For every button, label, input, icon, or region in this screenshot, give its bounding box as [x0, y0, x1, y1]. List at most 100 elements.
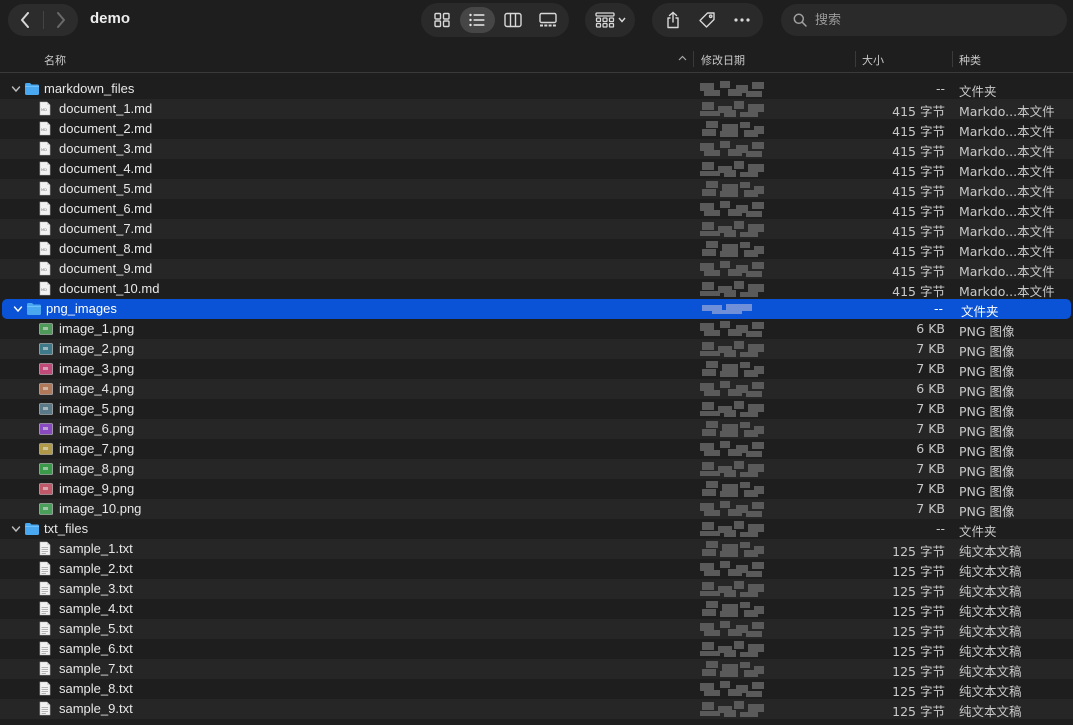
file-kind: PNG 图像 [959, 324, 1015, 339]
column-divider[interactable] [855, 51, 856, 67]
file-row[interactable]: image_5.png 7 KB PNG 图像 [0, 399, 1073, 419]
modified-date-redacted [700, 641, 764, 657]
column-header-name[interactable]: 名称 [44, 52, 66, 68]
view-switcher [421, 3, 569, 37]
modified-date-redacted [700, 461, 764, 477]
file-row[interactable]: MD document_10.md 415 字节 Markdo...本文件 [0, 279, 1073, 299]
file-row[interactable]: sample_7.txt 125 字节 纯文本文稿 [0, 659, 1073, 679]
folder-row[interactable]: png_images -- 文件夹 [2, 299, 1071, 319]
file-kind: Markdo...本文件 [959, 124, 1055, 139]
columns-icon [504, 12, 522, 28]
file-row[interactable]: MD document_3.md 415 字节 Markdo...本文件 [0, 139, 1073, 159]
action-buttons [652, 3, 763, 37]
search-field[interactable] [781, 4, 1067, 36]
folder-icon [26, 302, 42, 319]
file-name: sample_9.txt [59, 701, 133, 716]
file-row[interactable]: MD document_6.md 415 字节 Markdo...本文件 [0, 199, 1073, 219]
forward-button[interactable] [43, 4, 78, 36]
file-name: image_8.png [59, 461, 135, 476]
file-row[interactable]: image_2.png 7 KB PNG 图像 [0, 339, 1073, 359]
text-file-icon [39, 701, 51, 719]
modified-date-redacted [700, 481, 764, 497]
folder-row[interactable]: txt_files -- 文件夹 [0, 519, 1073, 539]
svg-text:MD: MD [41, 108, 47, 112]
file-row[interactable]: image_4.png 6 KB PNG 图像 [0, 379, 1073, 399]
file-row[interactable]: MD document_5.md 415 字节 Markdo...本文件 [0, 179, 1073, 199]
text-file-icon [39, 541, 51, 559]
file-size: 415 字节 [892, 124, 945, 139]
file-name: png_images [46, 301, 117, 316]
file-kind: Markdo...本文件 [959, 104, 1055, 119]
file-row[interactable]: sample_3.txt 125 字节 纯文本文稿 [0, 579, 1073, 599]
image-thumbnail-icon [39, 423, 53, 438]
file-row[interactable]: sample_8.txt 125 字节 纯文本文稿 [0, 679, 1073, 699]
file-name: document_7.md [59, 221, 153, 236]
window-title: demo [90, 10, 131, 27]
back-button[interactable] [8, 4, 43, 36]
file-row[interactable]: image_8.png 7 KB PNG 图像 [0, 459, 1073, 479]
file-row[interactable]: image_3.png 7 KB PNG 图像 [0, 359, 1073, 379]
modified-date-redacted [700, 201, 764, 217]
search-input[interactable] [815, 12, 1055, 28]
modified-date-redacted [700, 541, 764, 557]
file-row[interactable]: sample_9.txt 125 字节 纯文本文稿 [0, 699, 1073, 719]
share-button[interactable] [658, 7, 688, 33]
more-button[interactable] [727, 7, 757, 33]
file-row[interactable]: image_7.png 6 KB PNG 图像 [0, 439, 1073, 459]
disclosure-chevron-icon[interactable] [11, 524, 21, 534]
file-row[interactable]: sample_4.txt 125 字节 纯文本文稿 [0, 599, 1073, 619]
file-size: 125 字节 [892, 684, 945, 699]
file-row[interactable]: image_9.png 7 KB PNG 图像 [0, 479, 1073, 499]
file-row[interactable]: sample_5.txt 125 字节 纯文本文稿 [0, 619, 1073, 639]
tag-button[interactable] [692, 7, 722, 33]
modified-date-redacted [700, 361, 764, 377]
file-kind: Markdo...本文件 [959, 244, 1055, 259]
file-name: image_9.png [59, 481, 135, 496]
column-header-size[interactable]: 大小 [862, 52, 884, 68]
modified-date-redacted [700, 81, 764, 97]
image-thumbnail-icon [39, 463, 53, 478]
file-size: 125 字节 [892, 644, 945, 659]
column-header-kind[interactable]: 种类 [959, 52, 981, 68]
file-size: 125 字节 [892, 664, 945, 679]
list-view-button[interactable] [459, 7, 495, 33]
file-row[interactable]: MD document_1.md 415 字节 Markdo...本文件 [0, 99, 1073, 119]
file-size: 415 字节 [892, 184, 945, 199]
file-kind: Markdo...本文件 [959, 204, 1055, 219]
file-kind: PNG 图像 [959, 344, 1015, 359]
file-kind: 纯文本文稿 [959, 584, 1022, 599]
file-row[interactable]: MD document_9.md 415 字节 Markdo...本文件 [0, 259, 1073, 279]
file-row[interactable]: image_1.png 6 KB PNG 图像 [0, 319, 1073, 339]
modified-date-redacted [700, 401, 764, 417]
file-row[interactable]: MD document_2.md 415 字节 Markdo...本文件 [0, 119, 1073, 139]
file-row[interactable]: sample_6.txt 125 字节 纯文本文稿 [0, 639, 1073, 659]
icon-view-button[interactable] [424, 7, 460, 33]
file-row[interactable]: image_10.png 7 KB PNG 图像 [0, 499, 1073, 519]
disclosure-chevron-icon[interactable] [13, 304, 23, 314]
file-name: document_1.md [59, 101, 153, 116]
gallery-view-button[interactable] [531, 7, 567, 33]
file-name: image_10.png [59, 501, 142, 516]
file-kind: 文件夹 [959, 84, 997, 99]
group-by-button[interactable] [585, 3, 635, 37]
file-row[interactable]: sample_1.txt 125 字节 纯文本文稿 [0, 539, 1073, 559]
column-divider[interactable] [952, 51, 953, 67]
file-name: image_4.png [59, 381, 135, 396]
file-size: 415 字节 [892, 284, 945, 299]
modified-date-redacted [700, 601, 764, 617]
disclosure-chevron-icon[interactable] [11, 84, 21, 94]
file-row[interactable]: MD document_4.md 415 字节 Markdo...本文件 [0, 159, 1073, 179]
folder-row[interactable]: markdown_files -- 文件夹 [0, 79, 1073, 99]
modified-date-redacted [700, 381, 764, 397]
column-header-date[interactable]: 修改日期 [701, 52, 745, 68]
file-kind: Markdo...本文件 [959, 144, 1055, 159]
file-row[interactable]: MD document_7.md 415 字节 Markdo...本文件 [0, 219, 1073, 239]
file-row[interactable]: MD document_8.md 415 字节 Markdo...本文件 [0, 239, 1073, 259]
column-divider[interactable] [693, 51, 694, 67]
file-row[interactable]: sample_2.txt 125 字节 纯文本文稿 [0, 559, 1073, 579]
file-row[interactable]: image_6.png 7 KB PNG 图像 [0, 419, 1073, 439]
gallery-icon [539, 12, 557, 27]
modified-date-redacted [700, 101, 764, 117]
file-size: 415 字节 [892, 224, 945, 239]
column-view-button[interactable] [495, 7, 531, 33]
